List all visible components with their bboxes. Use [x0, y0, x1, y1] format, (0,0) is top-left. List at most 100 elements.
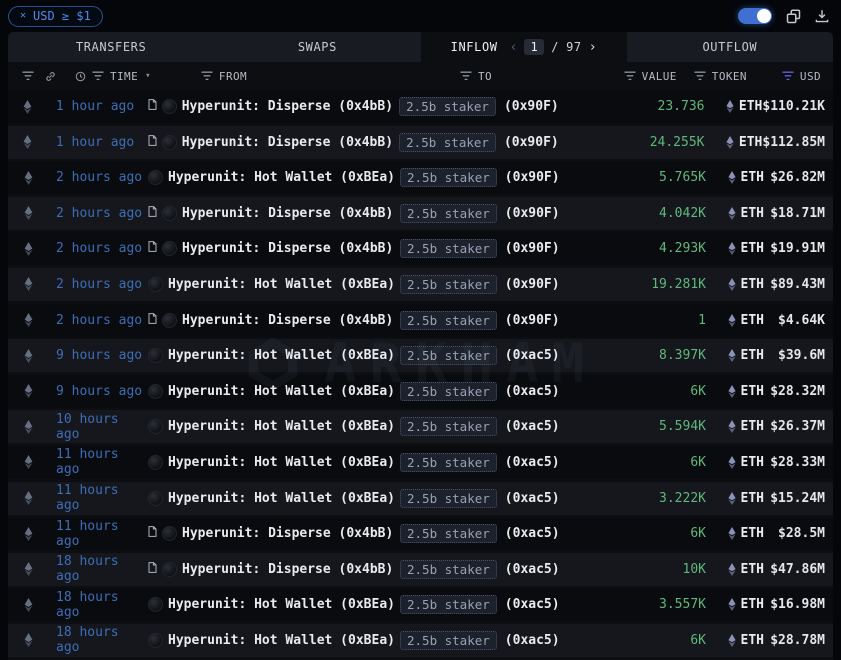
to-entity-pill[interactable]: 2.5b staker: [400, 453, 497, 472]
time-cell[interactable]: 11 hours ago: [48, 483, 148, 513]
tab-transfers[interactable]: TRANSFERS: [8, 32, 214, 62]
to-entity-pill[interactable]: 2.5b staker: [400, 560, 497, 579]
to-entity-pill[interactable]: 2.5b staker: [400, 168, 497, 187]
time-cell[interactable]: 2 hours ago: [48, 170, 148, 185]
from-cell[interactable]: Hyperunit: Hot Wallet (0xBEa): [148, 491, 400, 506]
time-cell[interactable]: 9 hours ago: [48, 384, 148, 399]
to-cell[interactable]: 2.5b staker (0xac5): [400, 631, 632, 650]
to-entity-pill[interactable]: 2.5b staker: [400, 631, 497, 650]
to-cell[interactable]: 2.5b staker (0x90F): [400, 168, 632, 187]
time-cell[interactable]: 9 hours ago: [48, 348, 148, 363]
from-cell[interactable]: Hyperunit: Hot Wallet (0xBEa): [148, 348, 400, 363]
table-row[interactable]: 18 hours ago Hyperunit: Disperse (0x4bB)…: [8, 553, 833, 586]
token-filter-funnel-icon[interactable]: [694, 71, 706, 81]
prev-page-button[interactable]: ‹: [510, 41, 518, 54]
table-row[interactable]: 2 hours ago Hyperunit: Hot Wallet (0xBEa…: [8, 268, 833, 301]
tab-outflow[interactable]: OUTFLOW: [627, 32, 833, 62]
to-cell[interactable]: 2.5b staker (0x90F): [400, 204, 632, 223]
usd-filter-funnel-icon[interactable]: [782, 71, 794, 81]
table-row[interactable]: 11 hours ago Hyperunit: Hot Wallet (0xBE…: [8, 482, 833, 515]
from-cell[interactable]: Hyperunit: Hot Wallet (0xBEa): [148, 597, 400, 612]
time-cell[interactable]: 1 hour ago: [48, 99, 148, 114]
table-row[interactable]: 9 hours ago Hyperunit: Hot Wallet (0xBEa…: [8, 339, 833, 372]
table-row[interactable]: 2 hours ago Hyperunit: Disperse (0x4bB) …: [8, 304, 833, 337]
to-cell[interactable]: 2.5b staker (0x90F): [400, 275, 632, 294]
value-column-header[interactable]: VALUE: [624, 70, 677, 83]
from-cell[interactable]: Hyperunit: Disperse (0x4bB): [148, 562, 400, 577]
to-cell[interactable]: 2.5b staker (0xac5): [400, 346, 632, 365]
from-column-header[interactable]: FROM: [201, 70, 247, 83]
to-cell[interactable]: 2.5b staker (0xac5): [400, 524, 632, 543]
next-page-button[interactable]: ›: [589, 41, 597, 54]
usd-filter-chip[interactable]: ✕ USD ≥ $1: [8, 6, 103, 27]
from-cell[interactable]: Hyperunit: Hot Wallet (0xBEa): [148, 455, 400, 470]
time-cell[interactable]: 2 hours ago: [48, 206, 148, 221]
value-filter-funnel-icon[interactable]: [624, 71, 636, 81]
time-cell[interactable]: 11 hours ago: [48, 519, 148, 549]
from-cell[interactable]: Hyperunit: Hot Wallet (0xBEa): [148, 384, 400, 399]
time-cell[interactable]: 18 hours ago: [48, 554, 148, 584]
to-entity-pill[interactable]: 2.5b staker: [400, 275, 497, 294]
time-cell[interactable]: 1 hour ago: [48, 135, 148, 150]
to-cell[interactable]: 2.5b staker (0xac5): [400, 595, 632, 614]
filter-funnel-icon[interactable]: [22, 71, 34, 81]
to-cell[interactable]: 2.5b staker (0x90F): [399, 97, 631, 116]
to-entity-pill[interactable]: 2.5b staker: [399, 97, 496, 116]
to-entity-pill[interactable]: 2.5b staker: [400, 382, 497, 401]
time-cell[interactable]: 10 hours ago: [48, 412, 148, 442]
to-entity-pill[interactable]: 2.5b staker: [400, 239, 497, 258]
to-entity-pill[interactable]: 2.5b staker: [400, 595, 497, 614]
to-entity-pill[interactable]: 2.5b staker: [400, 417, 497, 436]
from-cell[interactable]: Hyperunit: Disperse (0x4bB): [148, 313, 400, 328]
chain-link-icon[interactable]: [45, 71, 56, 82]
to-entity-pill[interactable]: 2.5b staker: [400, 204, 497, 223]
to-entity-pill[interactable]: 2.5b staker: [400, 524, 497, 543]
time-column-header[interactable]: TIME ▾: [75, 70, 151, 83]
table-row[interactable]: 18 hours ago Hyperunit: Hot Wallet (0xBE…: [8, 624, 833, 657]
time-cell[interactable]: 11 hours ago: [48, 447, 148, 477]
from-cell[interactable]: Hyperunit: Hot Wallet (0xBEa): [148, 633, 400, 648]
token-column-header[interactable]: TOKEN: [694, 70, 747, 83]
usd-column-header[interactable]: USD: [782, 70, 821, 83]
to-cell[interactable]: 2.5b staker (0x90F): [400, 239, 632, 258]
copy-icon[interactable]: [786, 9, 801, 24]
table-row[interactable]: 11 hours ago Hyperunit: Disperse (0x4bB)…: [8, 517, 833, 550]
table-row[interactable]: 2 hours ago Hyperunit: Hot Wallet (0xBEa…: [8, 161, 833, 194]
from-cell[interactable]: Hyperunit: Disperse (0x4bB): [148, 99, 399, 114]
to-column-header[interactable]: TO: [460, 70, 492, 83]
table-row[interactable]: 10 hours ago Hyperunit: Hot Wallet (0xBE…: [8, 410, 833, 443]
close-icon[interactable]: ✕: [20, 11, 26, 21]
from-cell[interactable]: Hyperunit: Disperse (0x4bB): [148, 135, 399, 150]
download-icon[interactable]: [815, 9, 829, 23]
time-cell[interactable]: 18 hours ago: [48, 625, 148, 655]
time-cell[interactable]: 2 hours ago: [48, 241, 148, 256]
table-row[interactable]: 18 hours ago Hyperunit: Hot Wallet (0xBE…: [8, 588, 833, 621]
table-row[interactable]: 1 hour ago Hyperunit: Disperse (0x4bB) 2…: [8, 90, 833, 123]
usd-display-toggle[interactable]: [738, 8, 772, 24]
time-filter-funnel-icon[interactable]: [92, 71, 104, 81]
from-cell[interactable]: Hyperunit: Disperse (0x4bB): [148, 241, 400, 256]
table-row[interactable]: 2 hours ago Hyperunit: Disperse (0x4bB) …: [8, 197, 833, 230]
from-cell[interactable]: Hyperunit: Hot Wallet (0xBEa): [148, 419, 400, 434]
from-cell[interactable]: Hyperunit: Hot Wallet (0xBEa): [148, 170, 400, 185]
from-cell[interactable]: Hyperunit: Disperse (0x4bB): [148, 206, 400, 221]
to-cell[interactable]: 2.5b staker (0x90F): [400, 311, 632, 330]
from-filter-funnel-icon[interactable]: [201, 71, 213, 81]
to-cell[interactable]: 2.5b staker (0xac5): [400, 453, 632, 472]
time-cell[interactable]: 18 hours ago: [48, 590, 148, 620]
time-cell[interactable]: 2 hours ago: [48, 313, 148, 328]
to-filter-funnel-icon[interactable]: [460, 71, 472, 81]
time-cell[interactable]: 2 hours ago: [48, 277, 148, 292]
table-row[interactable]: 11 hours ago Hyperunit: Hot Wallet (0xBE…: [8, 446, 833, 479]
to-entity-pill[interactable]: 2.5b staker: [400, 346, 497, 365]
to-entity-pill[interactable]: 2.5b staker: [400, 489, 497, 508]
from-cell[interactable]: Hyperunit: Disperse (0x4bB): [148, 526, 400, 541]
tab-inflow[interactable]: INFLOW ‹ 1 / 97 ›: [421, 32, 627, 62]
table-row[interactable]: 1 hour ago Hyperunit: Disperse (0x4bB) 2…: [8, 126, 833, 159]
to-cell[interactable]: 2.5b staker (0x90F): [399, 133, 631, 152]
to-cell[interactable]: 2.5b staker (0xac5): [400, 382, 632, 401]
to-cell[interactable]: 2.5b staker (0xac5): [400, 560, 632, 579]
table-row[interactable]: 2 hours ago Hyperunit: Disperse (0x4bB) …: [8, 232, 833, 265]
tab-swaps[interactable]: SWAPS: [214, 32, 420, 62]
to-entity-pill[interactable]: 2.5b staker: [399, 133, 496, 152]
